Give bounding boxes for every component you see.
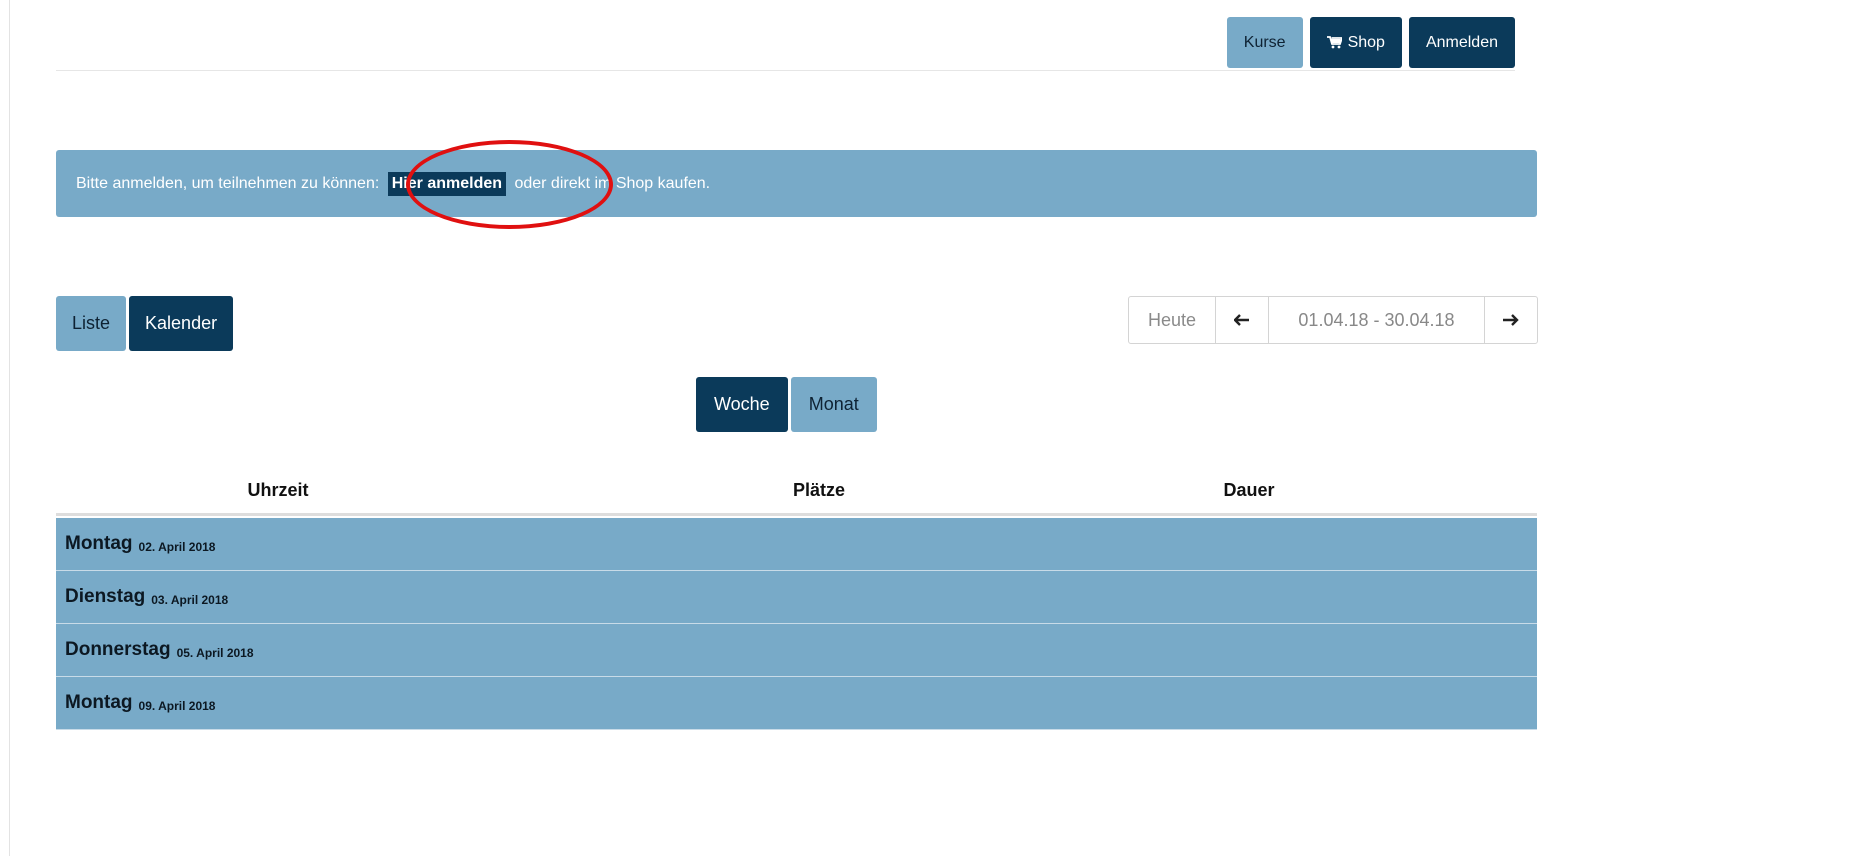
header-dauer: Dauer (1223, 480, 1275, 500)
alert-text-after: oder direkt im Shop kaufen. (510, 174, 711, 192)
date-range-display: 01.04.18 - 30.04.18 (1268, 296, 1485, 344)
day-name: Montag (65, 692, 133, 713)
view-toggle: Liste Kalender (56, 296, 234, 351)
kurse-button[interactable]: Kurse (1226, 17, 1303, 68)
liste-label: Liste (72, 313, 111, 333)
liste-button[interactable]: Liste (56, 296, 127, 351)
kalender-button[interactable]: Kalender (129, 296, 234, 351)
anmelden-label: Anmelden (1425, 33, 1498, 51)
day-date: 05. April 2018 (176, 645, 254, 660)
day-date: 09. April 2018 (138, 698, 216, 713)
day-date: 02. April 2018 (138, 539, 216, 554)
date-navigation: Heute 01.04.18 - 30.04.18 (1128, 296, 1538, 344)
woche-button[interactable]: Woche (696, 377, 788, 432)
today-label: Heute (1147, 309, 1197, 330)
anmelden-button[interactable]: Anmelden (1408, 17, 1515, 68)
day-list: Montag 02. April 2018 Dienstag 03. April… (56, 518, 1537, 730)
day-name: Dienstag (65, 586, 146, 607)
alert-text-before: Bitte anmelden, um teilnehmen zu können: (76, 174, 384, 192)
day-row[interactable]: Montag 02. April 2018 (56, 518, 1537, 571)
date-range-label: 01.04.18 - 30.04.18 (1298, 309, 1455, 330)
shopping-cart-icon (1326, 36, 1342, 49)
day-row[interactable]: Dienstag 03. April 2018 (56, 571, 1537, 624)
day-name: Montag (65, 533, 133, 554)
monat-button[interactable]: Monat (790, 377, 877, 432)
day-date: 03. April 2018 (151, 592, 229, 607)
shop-label: Shop (1347, 33, 1385, 51)
day-name: Donnerstag (65, 639, 171, 660)
header-uhrzeit: Uhrzeit (247, 480, 309, 500)
top-navigation: Kurse Shop Anmelden (1226, 17, 1515, 68)
arrow-left-icon (1233, 310, 1250, 331)
kalender-label: Kalender (145, 313, 218, 333)
woche-label: Woche (714, 394, 770, 414)
day-row[interactable]: Donnerstag 05. April 2018 (56, 624, 1537, 677)
login-link[interactable]: Hier anmelden (387, 171, 507, 196)
period-toggle: Woche Monat (696, 377, 877, 432)
table-header: Uhrzeit Plätze Dauer (56, 470, 1537, 516)
previous-button[interactable] (1215, 296, 1269, 344)
header-plaetze: Plätze (792, 480, 846, 500)
shop-button[interactable]: Shop (1309, 17, 1402, 68)
arrow-right-icon (1503, 310, 1519, 331)
left-border (9, 0, 10, 856)
monat-label: Monat (808, 394, 859, 414)
next-button[interactable] (1484, 296, 1538, 344)
nav-divider (56, 70, 1515, 71)
login-alert: Bitte anmelden, um teilnehmen zu können:… (56, 150, 1537, 217)
day-row[interactable]: Montag 09. April 2018 (56, 677, 1537, 730)
kurse-label: Kurse (1243, 33, 1286, 51)
today-button[interactable]: Heute (1128, 296, 1216, 344)
